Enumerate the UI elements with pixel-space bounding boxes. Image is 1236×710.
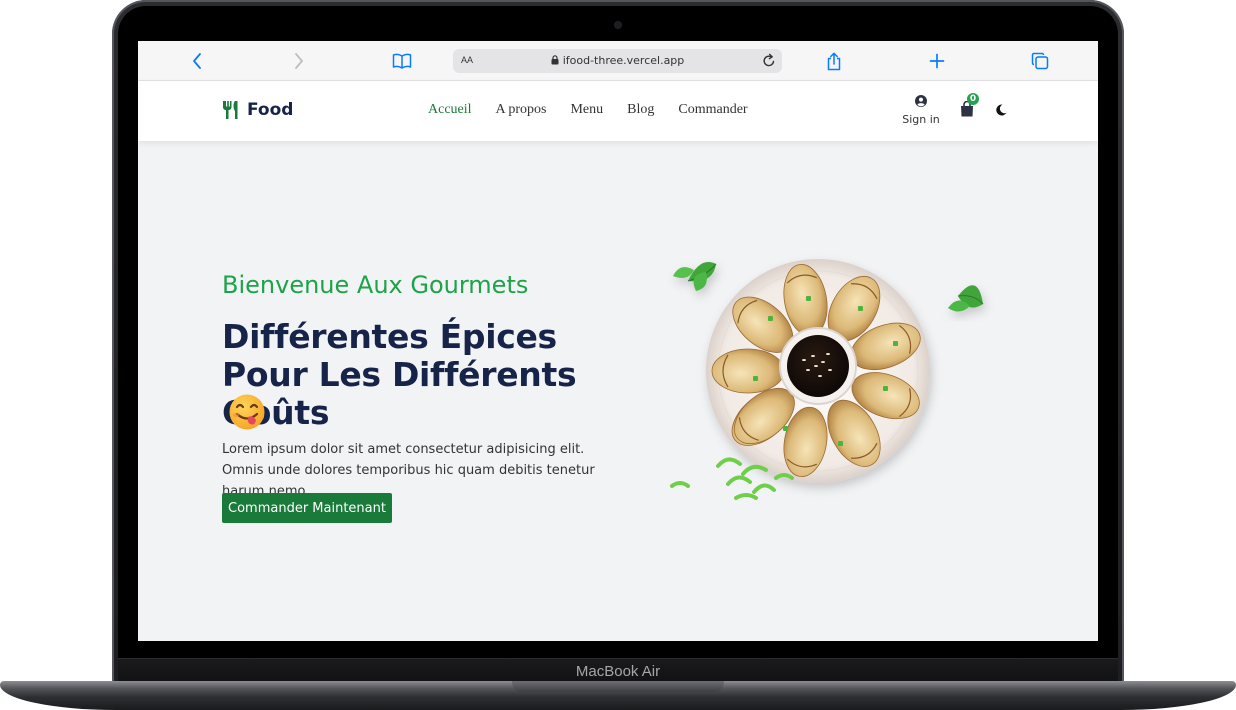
screen: AA ifood-three.vercel.app Food Accueil A…: [138, 41, 1098, 641]
utensils-icon: [223, 101, 238, 119]
browser-toolbar: AA ifood-three.vercel.app: [138, 41, 1098, 81]
new-tab-icon[interactable]: [927, 51, 947, 71]
cart-count-badge: 0: [967, 93, 979, 105]
user-circle-icon: [915, 95, 927, 107]
site-navbar: Food Accueil A propos Menu Blog Commande…: [138, 81, 1098, 141]
device-label: MacBook Air: [575, 663, 661, 680]
cart-button[interactable]: 0: [958, 93, 979, 119]
lock-icon: [551, 55, 559, 65]
order-now-button[interactable]: Commander Maintenant: [222, 493, 392, 523]
laptop-hinge-notch: [512, 681, 724, 692]
share-icon[interactable]: [824, 51, 844, 71]
tabs-overview-icon[interactable]: [1030, 51, 1050, 71]
address-bar[interactable]: AA ifood-three.vercel.app: [453, 49, 782, 73]
sign-in-label: Sign in: [902, 113, 940, 126]
sign-in-button[interactable]: Sign in: [902, 94, 940, 126]
back-icon[interactable]: [187, 51, 207, 71]
dumplings-plate-image: [670, 259, 984, 500]
hero-subtitle: Bienvenue Aux Gourmets: [222, 271, 529, 299]
hero-title: Différentes Épices Pour Les Différents G…: [222, 317, 577, 432]
logo-text: Food: [247, 100, 294, 120]
camera-icon: [615, 22, 621, 28]
nav-link-commander[interactable]: Commander: [678, 102, 747, 118]
site-logo[interactable]: Food: [222, 100, 293, 120]
nav-link-accueil[interactable]: Accueil: [428, 102, 472, 118]
url-label: ifood-three.vercel.app: [562, 54, 685, 67]
yum-face-icon: [229, 394, 265, 430]
dark-mode-toggle-icon[interactable]: [995, 103, 1007, 121]
main-nav: Accueil A propos Menu Blog Commander: [428, 102, 748, 118]
bookmarks-icon[interactable]: [392, 51, 412, 71]
forward-icon[interactable]: [289, 51, 309, 71]
nav-link-blog[interactable]: Blog: [627, 102, 654, 118]
nav-link-menu[interactable]: Menu: [570, 102, 603, 118]
nav-link-a-propos[interactable]: A propos: [496, 102, 547, 118]
reload-icon[interactable]: [762, 53, 776, 73]
url-text[interactable]: ifood-three.vercel.app: [453, 54, 782, 67]
